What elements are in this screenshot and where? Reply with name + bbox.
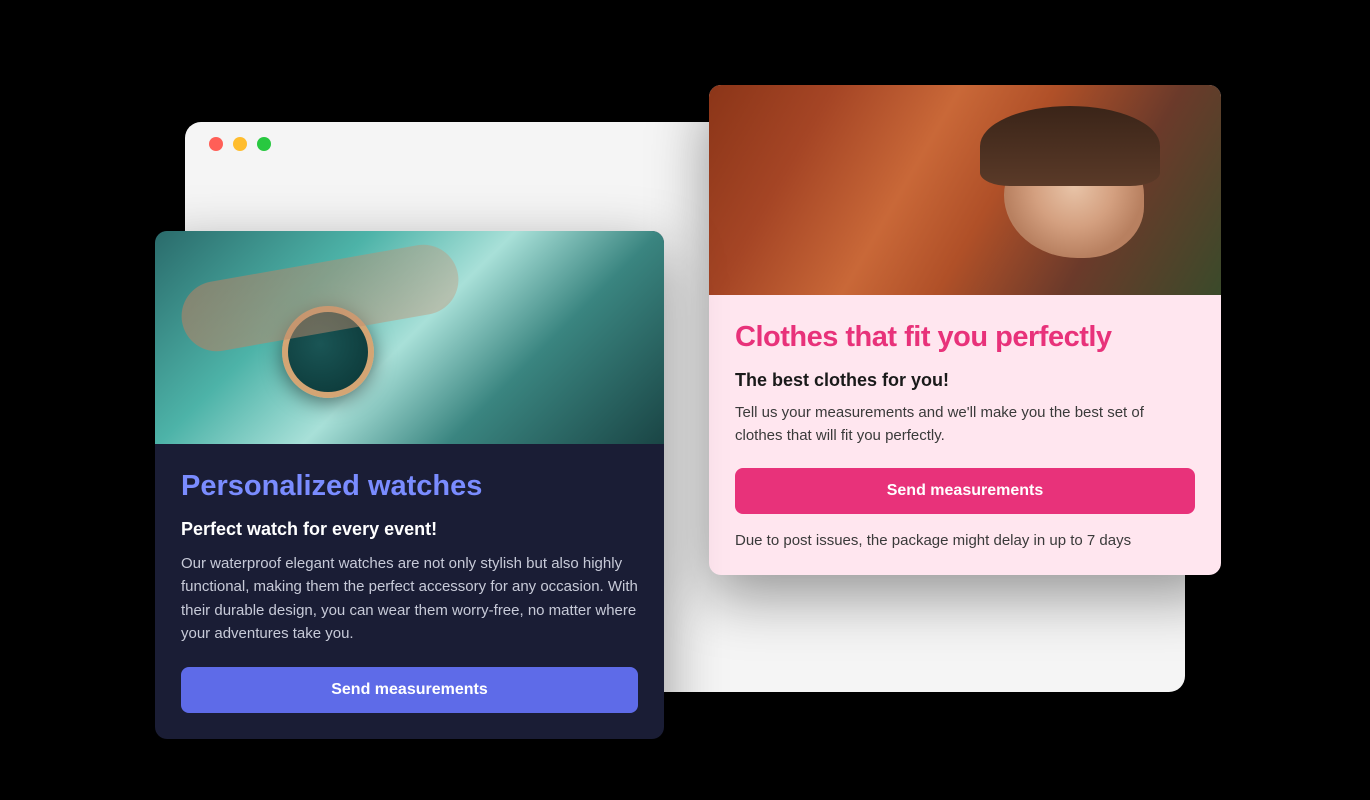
card-watches-body: Personalized watches Perfect watch for e… <box>155 444 664 739</box>
card-watches-title: Personalized watches <box>181 470 638 503</box>
card-clothes: Clothes that fit you perfectly The best … <box>709 85 1221 575</box>
card-clothes-description: Tell us your measurements and we'll make… <box>735 401 1195 448</box>
window-close-icon[interactable] <box>209 137 223 151</box>
card-clothes-subtitle: The best clothes for you! <box>735 370 1195 391</box>
window-minimize-icon[interactable] <box>233 137 247 151</box>
card-clothes-image <box>709 85 1221 295</box>
card-clothes-body: Clothes that fit you perfectly The best … <box>709 295 1221 575</box>
window-maximize-icon[interactable] <box>257 137 271 151</box>
card-clothes-note: Due to post issues, the package might de… <box>735 532 1195 549</box>
card-watches: Personalized watches Perfect watch for e… <box>155 231 664 739</box>
card-watches-subtitle: Perfect watch for every event! <box>181 519 638 540</box>
send-measurements-button-clothes[interactable]: Send measurements <box>735 468 1195 514</box>
card-watches-description: Our waterproof elegant watches are not o… <box>181 552 638 645</box>
card-clothes-title: Clothes that fit you perfectly <box>735 321 1195 354</box>
card-watches-image <box>155 231 664 444</box>
send-measurements-button-watches[interactable]: Send measurements <box>181 667 638 713</box>
